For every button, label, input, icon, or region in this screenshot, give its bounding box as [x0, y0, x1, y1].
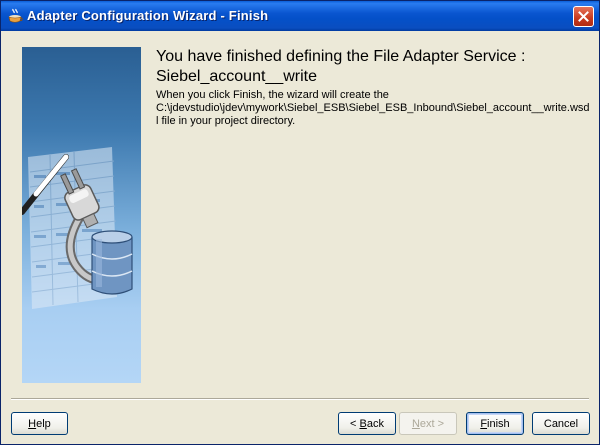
- description-line-2: C:\jdevstudio\jdev\mywork\Siebel_ESB\Sie…: [156, 102, 590, 114]
- back-button-mnemonic: B: [359, 417, 367, 430]
- next-button[interactable]: Next >: [399, 412, 457, 435]
- finish-button-mnemonic: F: [480, 417, 488, 430]
- help-button[interactable]: Help: [11, 412, 68, 435]
- finish-button-label-post: inish: [487, 417, 510, 430]
- help-button-mnemonic: H: [28, 417, 37, 430]
- plug-database-illustration: [22, 147, 133, 309]
- heading-line-2: Siebel_account__write: [156, 68, 317, 85]
- next-button-mnemonic: N: [411, 417, 420, 430]
- close-button[interactable]: [573, 6, 594, 27]
- wizard-illustration: [22, 47, 141, 383]
- help-button-label-post: elp: [36, 417, 51, 430]
- title-bar[interactable]: Adapter Configuration Wizard - Finish: [1, 1, 599, 31]
- next-button-label-post: ext >: [419, 417, 445, 430]
- finish-button[interactable]: Finish: [466, 412, 524, 435]
- button-separator: [11, 398, 589, 400]
- close-icon: [578, 11, 589, 22]
- finish-description: When you click Finish, the wizard will c…: [156, 89, 590, 128]
- heading-line-1: You have finished defining the File Adap…: [156, 48, 526, 65]
- back-button-label-post: ack: [366, 417, 384, 430]
- wizard-window: Adapter Configuration Wizard - Finish Yo…: [0, 0, 600, 445]
- window-title: Adapter Configuration Wizard - Finish: [27, 8, 269, 23]
- cancel-button-label: Cancel: [543, 417, 579, 430]
- coffee-cup-icon: [8, 8, 23, 23]
- cancel-button[interactable]: Cancel: [532, 412, 590, 435]
- description-line-3: l file in your project directory.: [156, 115, 296, 127]
- back-button[interactable]: < Back: [338, 412, 396, 435]
- back-button-label-pre: <: [350, 417, 360, 430]
- page-heading: You have finished defining the File Adap…: [156, 47, 586, 87]
- description-line-1: When you click Finish, the wizard will c…: [156, 89, 389, 101]
